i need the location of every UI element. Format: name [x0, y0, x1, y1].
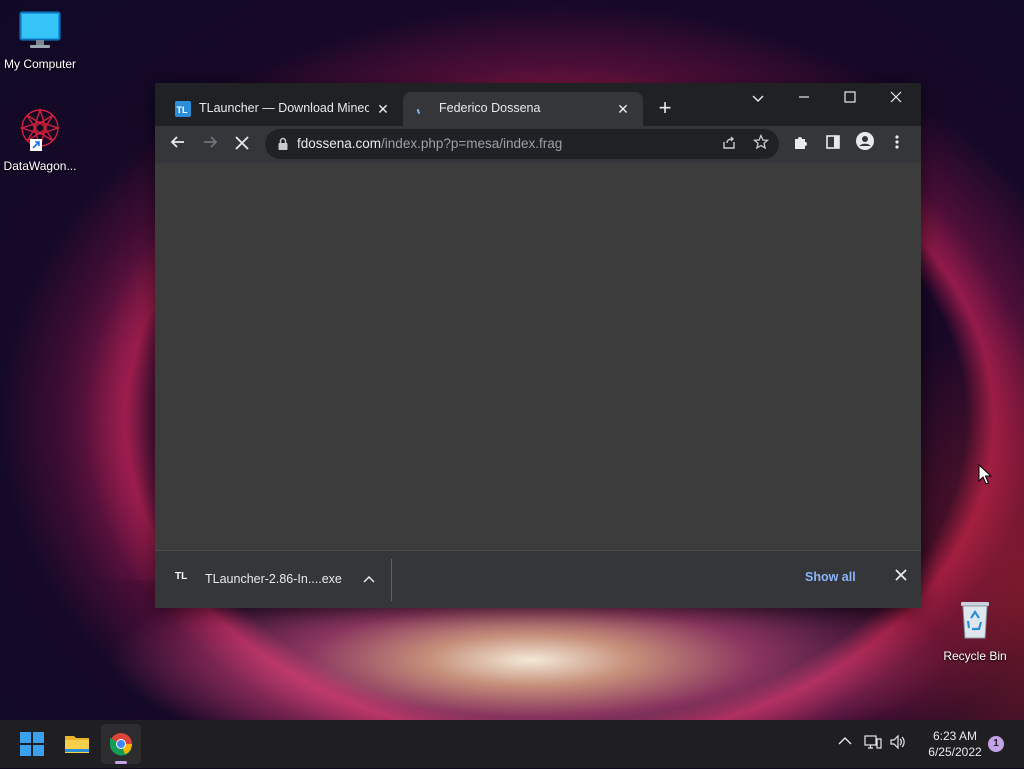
chrome-taskbar-button[interactable] [101, 724, 141, 764]
tab-close-button[interactable]: ✕ [613, 99, 633, 119]
notification-badge[interactable]: 1 [988, 736, 1004, 752]
share-icon[interactable] [719, 134, 739, 154]
stop-loading-button[interactable] [228, 131, 256, 159]
arrow-left-icon [170, 136, 184, 148]
desktop-icon-my-computer[interactable]: My Computer [0, 10, 80, 71]
new-tab-button[interactable]: + [653, 97, 677, 121]
mouse-cursor-icon [978, 464, 992, 485]
maximize-button[interactable] [827, 85, 873, 113]
bookmark-star-icon[interactable] [751, 133, 771, 154]
folder-icon [65, 736, 89, 753]
svg-text:TL: TL [177, 105, 188, 115]
loading-spinner-icon [415, 101, 431, 117]
windows-logo-icon [20, 732, 44, 756]
side-panel-icon [826, 135, 840, 149]
page-content[interactable] [155, 163, 921, 550]
close-download-bar-button[interactable] [891, 567, 911, 587]
file-explorer-button[interactable] [57, 724, 97, 764]
url-host: fdossena.com [297, 136, 382, 151]
network-icon [864, 735, 882, 749]
chevron-up-icon [838, 737, 852, 745]
datawagon-shortcut-icon [19, 107, 61, 151]
show-hidden-icons-button[interactable] [838, 734, 852, 751]
tab-close-button[interactable]: ✕ [373, 99, 393, 119]
desktop-icon-recycle-bin[interactable]: Recycle Bin [935, 598, 1015, 663]
tlauncher-favicon-icon: TL [175, 101, 191, 117]
puzzle-icon [795, 137, 807, 149]
menu-button[interactable] [883, 131, 911, 159]
browser-toolbar: fdossena.com/index.php?p=mesa/index.frag [155, 126, 921, 163]
back-button[interactable] [164, 131, 192, 159]
download-options-button[interactable] [359, 569, 379, 589]
close-window-button[interactable] [873, 85, 919, 113]
close-icon [890, 91, 902, 103]
taskbar-clock[interactable]: 6:23 AM 6/25/2022 [912, 728, 998, 760]
download-filename: TLauncher-2.86-In....exe [205, 572, 342, 586]
monitor-icon [19, 11, 61, 48]
desktop-icon-datawagon[interactable]: DataWagon... [0, 106, 80, 173]
show-all-downloads-link[interactable]: Show all [805, 570, 856, 584]
download-separator [391, 559, 392, 601]
download-item[interactable]: TL TLauncher-2.86-In....exe [165, 563, 385, 595]
tab-title: Federico Dossena [439, 101, 541, 115]
url-path: /index.php?p=mesa/index.frag [381, 136, 563, 151]
close-icon [895, 569, 907, 581]
minimize-button[interactable] [781, 85, 827, 113]
minimize-icon [799, 96, 809, 98]
tab-tlauncher[interactable]: TL TLauncher — Download Minecraft ✕ [163, 92, 403, 126]
clock-date: 6/25/2022 [928, 745, 982, 759]
url-text: fdossena.com/index.php?p=mesa/index.frag [297, 136, 562, 151]
tab-title: TLauncher — Download Minecraft [199, 101, 369, 115]
speaker-icon [890, 734, 905, 750]
start-button[interactable] [12, 724, 52, 764]
download-bar: TL TLauncher-2.86-In....exe Show all [155, 550, 921, 608]
network-tray-button[interactable] [864, 734, 882, 753]
desktop-icon-label: DataWagon... [3, 159, 77, 173]
tlauncher-file-icon: TL [175, 571, 188, 582]
extensions-button[interactable] [787, 131, 815, 159]
address-bar[interactable]: fdossena.com/index.php?p=mesa/index.frag [265, 129, 779, 159]
kebab-menu-icon [895, 135, 899, 149]
forward-button[interactable] [196, 131, 224, 159]
taskbar: 6:23 AM 6/25/2022 1 [0, 720, 1024, 768]
recycle-bin-icon [961, 602, 989, 639]
desktop-icon-label: Recycle Bin [943, 649, 1007, 663]
chrome-icon [109, 733, 133, 764]
arrow-right-icon [204, 136, 218, 148]
desktop-icon-label: My Computer [3, 57, 77, 71]
tab-search-button[interactable] [735, 85, 781, 113]
chevron-up-icon [363, 575, 375, 583]
stop-x-icon [235, 136, 249, 150]
maximize-icon [844, 91, 856, 103]
chevron-down-icon [752, 95, 764, 102]
lock-icon [275, 136, 291, 152]
tab-strip: TL TLauncher — Download Minecraft ✕ Fede… [155, 83, 921, 126]
chrome-window: TL TLauncher — Download Minecraft ✕ Fede… [155, 83, 921, 608]
volume-tray-button[interactable] [889, 734, 907, 753]
tab-federico-dossena[interactable]: Federico Dossena ✕ [403, 92, 643, 126]
profile-button[interactable] [851, 131, 879, 159]
person-avatar-icon [856, 132, 874, 150]
side-panel-button[interactable] [819, 131, 847, 159]
clock-time: 6:23 AM [932, 729, 978, 743]
